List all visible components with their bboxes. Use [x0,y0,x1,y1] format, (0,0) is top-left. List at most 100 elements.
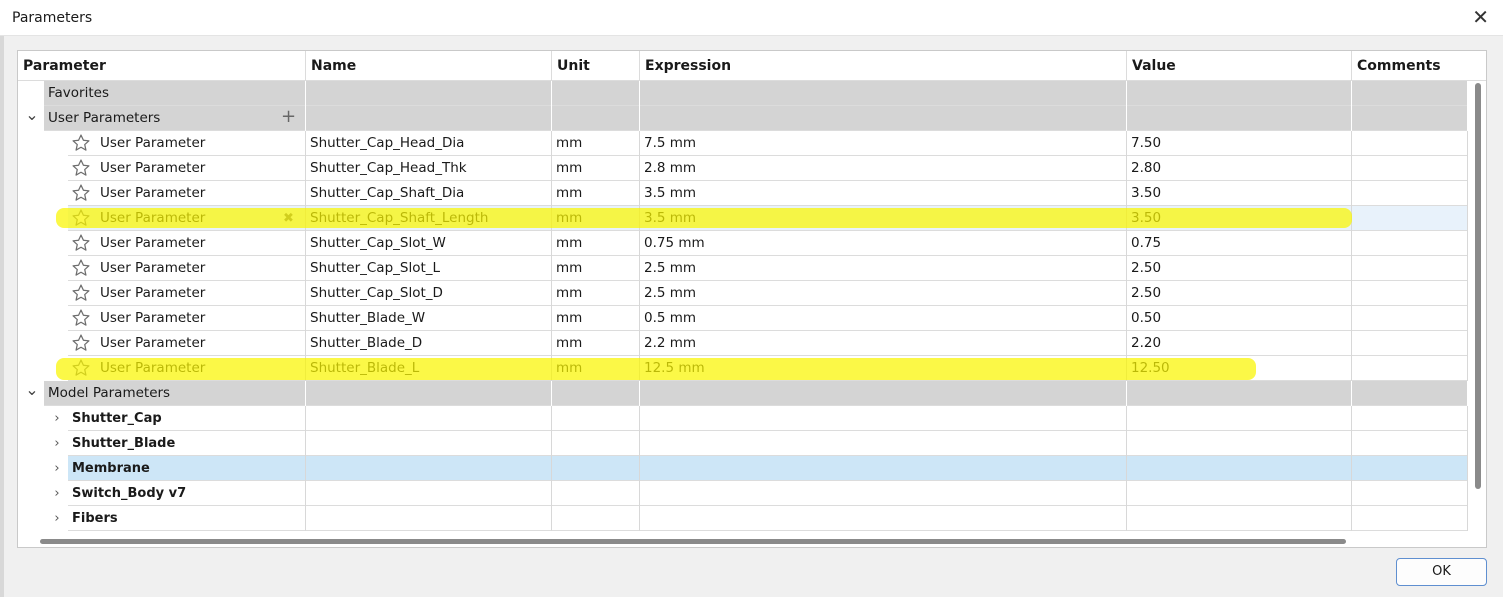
param-expression-cell[interactable]: 2.2 mm [640,331,1127,356]
vertical-scroll-thumb[interactable] [1475,83,1481,489]
empty-cell [1352,106,1468,131]
param-comments-cell[interactable] [1352,231,1468,256]
param-value-cell[interactable]: 0.75 [1127,231,1352,256]
param-type-cell: User Parameter [68,181,306,206]
param-expression-cell[interactable]: 2.8 mm [640,156,1127,181]
param-comments-cell[interactable] [1352,206,1468,231]
param-unit-cell[interactable]: mm [552,281,640,306]
param-unit-cell[interactable]: mm [552,156,640,181]
model-label[interactable]: Switch_Body v7 [68,481,306,506]
model-label[interactable]: Shutter_Blade [68,431,306,456]
empty-cell [1352,81,1468,106]
table-row[interactable]: User Parameter Shutter_Blade_D mm 2.2 mm 2.2… [18,331,1468,356]
param-value-cell[interactable]: 2.50 [1127,281,1352,306]
add-parameter-icon[interactable]: + [281,106,296,128]
param-expression-cell[interactable]: 2.5 mm [640,281,1127,306]
param-comments-cell[interactable] [1352,306,1468,331]
param-value-cell[interactable]: 2.80 [1127,156,1352,181]
chevron-right-icon[interactable]: › [50,506,64,531]
star-outline-icon[interactable] [71,308,91,328]
model-label[interactable]: Membrane [68,456,306,481]
star-outline-icon[interactable] [71,233,91,253]
tree-gutter [18,306,68,331]
param-comments-cell[interactable] [1352,156,1468,181]
param-value-cell[interactable]: 0.50 [1127,306,1352,331]
star-outline-icon[interactable] [71,258,91,278]
chevron-right-icon[interactable]: › [50,456,64,481]
table-row[interactable]: User Parameter Shutter_Cap_Shaft_Dia mm 3.5… [18,181,1468,206]
empty-cell [552,381,640,406]
tree-item-model[interactable]: › Shutter_Blade [18,431,1468,456]
tree-gutter [18,156,68,181]
col-header-name[interactable]: Name [306,51,552,81]
table-row[interactable]: User Parameter Shutter_Cap_Head_Dia mm 7.5 … [18,131,1468,156]
group-row-favorites[interactable]: Favorites [18,81,1468,106]
tree-item-model[interactable]: › Fibers [18,506,1468,531]
table-row[interactable]: User Parameter Shutter_Cap_Head_Thk mm 2.8 … [18,156,1468,181]
table-row[interactable]: User Parameter Shutter_Cap_Slot_D mm 2.5 mm… [18,281,1468,306]
chevron-right-icon[interactable]: › [50,431,64,456]
param-value-cell[interactable]: 3.50 [1127,181,1352,206]
chevron-down-icon[interactable]: ⌄ [25,106,39,131]
tree-item-model[interactable]: › Switch_Body v7 [18,481,1468,506]
star-outline-icon[interactable] [71,183,91,203]
param-name-cell[interactable]: Shutter_Cap_Slot_W [306,231,552,256]
col-header-value[interactable]: Value [1127,51,1352,81]
param-unit-cell[interactable]: mm [552,231,640,256]
param-comments-cell[interactable] [1352,181,1468,206]
param-comments-cell[interactable] [1352,331,1468,356]
chevron-down-icon[interactable]: ⌄ [25,381,39,406]
group-row-user-parameters[interactable]: ⌄ User Parameters + [18,106,1468,131]
table-row[interactable]: User Parameter Shutter_Blade_W mm 0.5 mm 0.5… [18,306,1468,331]
param-unit-cell[interactable]: mm [552,181,640,206]
col-header-comments[interactable]: Comments [1352,51,1486,81]
parameters-table: Parameter Name Unit Expression Value Com… [17,50,1487,548]
ok-button[interactable]: OK [1396,558,1487,586]
chevron-right-icon[interactable]: › [50,481,64,506]
param-value-cell[interactable]: 7.50 [1127,131,1352,156]
param-type-cell: User Parameter [68,131,306,156]
param-expression-cell[interactable]: 0.5 mm [640,306,1127,331]
param-name-cell[interactable]: Shutter_Blade_W [306,306,552,331]
param-name-cell[interactable]: Shutter_Cap_Slot_L [306,256,552,281]
horizontal-scroll-thumb[interactable] [40,539,1346,544]
vertical-scrollbar[interactable] [1470,81,1486,547]
param-unit-cell[interactable]: mm [552,131,640,156]
tree-item-model[interactable]: › Membrane [18,456,1468,481]
group-row-model-parameters[interactable]: ⌄ Model Parameters [18,381,1468,406]
param-expression-cell[interactable]: 2.5 mm [640,256,1127,281]
param-value-cell[interactable]: 2.50 [1127,256,1352,281]
param-value-cell[interactable]: 2.20 [1127,331,1352,356]
param-unit-cell[interactable]: mm [552,256,640,281]
chevron-right-icon[interactable]: › [50,406,64,431]
param-comments-cell[interactable] [1352,281,1468,306]
param-name-cell[interactable]: Shutter_Blade_D [306,331,552,356]
param-name-cell[interactable]: Shutter_Cap_Head_Thk [306,156,552,181]
star-outline-icon[interactable] [71,158,91,178]
param-unit-cell[interactable]: mm [552,331,640,356]
empty-cell [306,81,552,106]
col-header-unit[interactable]: Unit [552,51,640,81]
tree-item-model[interactable]: › Shutter_Cap [18,406,1468,431]
horizontal-scrollbar[interactable] [18,534,1470,547]
param-name-cell[interactable]: Shutter_Cap_Shaft_Dia [306,181,552,206]
star-outline-icon[interactable] [71,333,91,353]
param-expression-cell[interactable]: 7.5 mm [640,131,1127,156]
table-row[interactable]: User Parameter Shutter_Cap_Slot_W mm 0.75 m… [18,231,1468,256]
model-label[interactable]: Shutter_Cap [68,406,306,431]
close-icon[interactable]: ✕ [1472,6,1489,28]
col-header-expression[interactable]: Expression [640,51,1127,81]
col-header-parameter[interactable]: Parameter [18,51,306,81]
param-expression-cell[interactable]: 0.75 mm [640,231,1127,256]
table-row[interactable]: User Parameter Shutter_Cap_Slot_L mm 2.5 mm… [18,256,1468,281]
param-expression-cell[interactable]: 3.5 mm [640,181,1127,206]
star-outline-icon[interactable] [71,133,91,153]
param-name-cell[interactable]: Shutter_Cap_Head_Dia [306,131,552,156]
param-name-cell[interactable]: Shutter_Cap_Slot_D [306,281,552,306]
param-comments-cell[interactable] [1352,131,1468,156]
param-comments-cell[interactable] [1352,356,1468,381]
param-comments-cell[interactable] [1352,256,1468,281]
model-label[interactable]: Fibers [68,506,306,531]
param-unit-cell[interactable]: mm [552,306,640,331]
star-outline-icon[interactable] [71,283,91,303]
